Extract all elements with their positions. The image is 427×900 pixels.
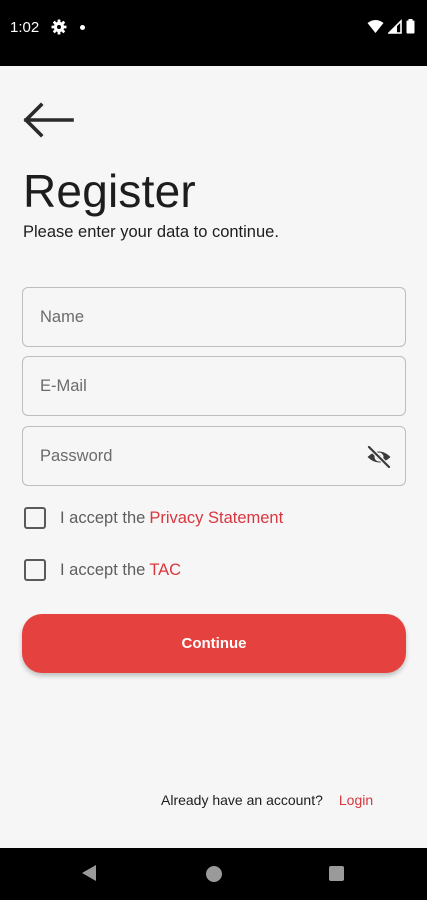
- name-field[interactable]: [22, 287, 406, 347]
- wifi-icon: [367, 19, 384, 39]
- account-question: Already have an account?: [161, 792, 323, 808]
- privacy-consent-label: I accept the: [60, 508, 146, 527]
- privacy-statement-link[interactable]: Privacy Statement: [149, 509, 283, 528]
- status-bar: 1:02: [0, 0, 427, 66]
- system-nav-bar: [0, 848, 427, 900]
- phone-frame: 1:02 Register Please enter your data to …: [0, 0, 427, 900]
- back-triangle-icon[interactable]: [81, 864, 97, 887]
- gear-icon: [51, 19, 67, 35]
- page-title: Register: [23, 165, 196, 217]
- email-field[interactable]: [22, 356, 406, 416]
- back-button[interactable]: [22, 101, 74, 143]
- cell-signal-icon: [387, 19, 402, 39]
- name-input[interactable]: [40, 307, 340, 327]
- tac-checkbox[interactable]: [24, 559, 46, 581]
- login-prompt: Already have an account? Login: [161, 792, 373, 808]
- home-circle-icon[interactable]: [206, 866, 222, 882]
- privacy-checkbox[interactable]: [24, 507, 46, 529]
- tac-consent-label: I accept the: [60, 560, 146, 579]
- tac-consent-row: I accept the TAC: [24, 559, 181, 581]
- arrow-left-icon: [22, 101, 74, 143]
- notification-dot-icon: [80, 25, 85, 30]
- status-time: 1:02: [10, 19, 40, 36]
- eye-off-icon[interactable]: [365, 443, 393, 471]
- login-link[interactable]: Login: [339, 792, 373, 808]
- tac-link[interactable]: TAC: [149, 561, 181, 580]
- recents-square-icon[interactable]: [329, 866, 344, 881]
- page-subtitle: Please enter your data to continue.: [23, 223, 279, 241]
- register-screen: Register Please enter your data to conti…: [0, 66, 427, 848]
- continue-button[interactable]: Continue: [22, 614, 406, 673]
- password-input[interactable]: [40, 446, 340, 466]
- privacy-consent-row: I accept the Privacy Statement: [24, 507, 283, 529]
- battery-icon: [406, 19, 415, 39]
- status-icons: [367, 19, 415, 39]
- email-input[interactable]: [40, 376, 340, 396]
- password-field[interactable]: [22, 426, 406, 486]
